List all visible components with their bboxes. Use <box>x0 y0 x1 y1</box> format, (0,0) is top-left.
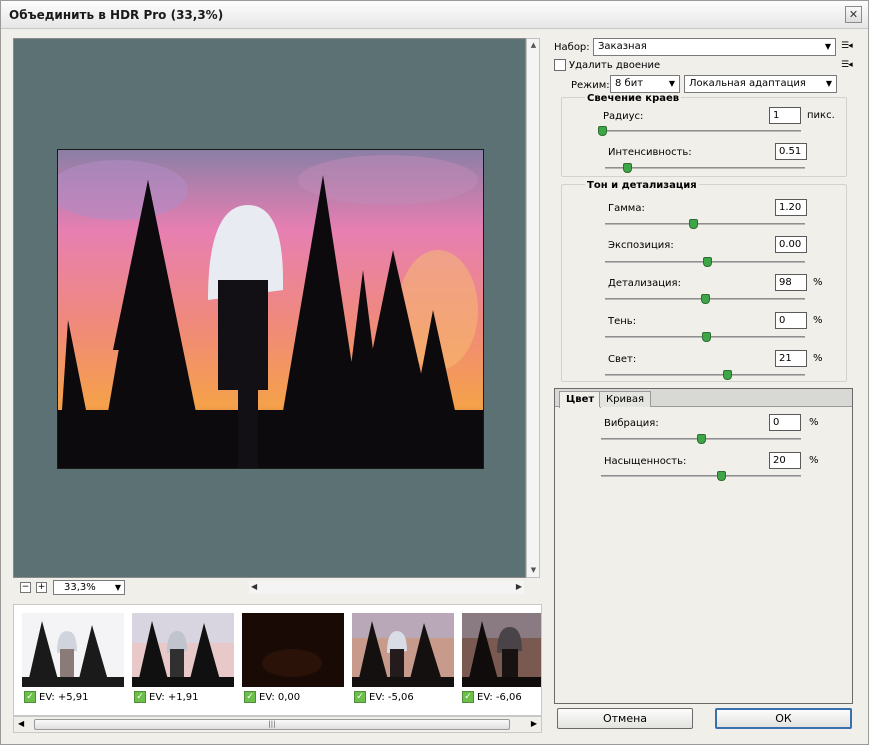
edge-glow-title: Свечение краев <box>585 93 682 104</box>
exposure-label: Экспозиция: <box>608 240 674 251</box>
saturation-label: Насыщенность: <box>604 456 687 467</box>
hdr-preview-image <box>57 149 484 469</box>
checkbox-thumbnail-1[interactable]: ✓ <box>24 691 36 703</box>
thumbnail-2[interactable] <box>132 613 234 687</box>
checkbox-thumbnail-4[interactable]: ✓ <box>354 691 366 703</box>
checkbox-thumbnail-2[interactable]: ✓ <box>134 691 146 703</box>
detail-label: Детализация: <box>608 278 681 289</box>
preview-vertical-scrollbar[interactable]: ▲ ▼ <box>526 38 540 578</box>
bit-depth-select[interactable]: 8 бит ▼ <box>610 75 680 93</box>
exposure-slider-handle[interactable] <box>703 257 712 267</box>
preset-label: Набор: <box>554 42 590 53</box>
thumbnail-4-ev: ✓ EV: -5,06 <box>354 691 414 703</box>
chevron-down-icon: ▼ <box>824 42 831 51</box>
zoom-select[interactable]: 33,3% ▼ <box>53 580 125 595</box>
gamma-slider-track[interactable] <box>605 223 805 225</box>
thumbnail-3-ev: ✓ EV: 0,00 <box>244 691 300 703</box>
hdr-pro-dialog: Объединить в HDR Pro (33,3%) ✕ ▲ ▼ − + 3… <box>0 0 869 745</box>
zoom-value: 33,3% <box>64 582 96 593</box>
filmstrip-scrollbar[interactable]: ◀ ||| ▶ <box>13 716 542 733</box>
mode-label: Режим: <box>571 80 610 91</box>
scroll-thumb[interactable]: ||| <box>34 719 510 730</box>
detail-input[interactable]: 98 <box>775 274 807 291</box>
strength-slider-handle[interactable] <box>623 163 632 173</box>
radius-unit: пикс. <box>807 110 835 121</box>
highlight-slider-track[interactable] <box>605 374 805 376</box>
scroll-left-icon[interactable]: ◀ <box>251 582 257 591</box>
thumbnail-2-ev: ✓ EV: +1,91 <box>134 691 199 703</box>
window-title: Объединить в HDR Pro (33,3%) <box>9 8 224 22</box>
chevron-down-icon: ▼ <box>114 583 121 592</box>
tab-curve[interactable]: Кривая <box>599 391 651 407</box>
vibrance-label: Вибрация: <box>604 418 659 429</box>
strength-label: Интенсивность: <box>608 147 692 158</box>
saturation-slider-handle[interactable] <box>717 471 726 481</box>
strength-slider-track[interactable] <box>605 167 805 169</box>
method-select[interactable]: Локальная адаптация ▼ <box>684 75 837 93</box>
tab-color[interactable]: Цвет <box>559 391 602 408</box>
cancel-button[interactable]: Отмена <box>557 708 693 729</box>
shadow-label: Тень: <box>608 316 637 327</box>
bit-depth-value: 8 бит <box>615 78 644 89</box>
radius-slider-handle[interactable] <box>598 126 607 136</box>
preview-horizontal-scrollbar[interactable]: ◀ ▶ <box>249 581 524 594</box>
scroll-up-icon[interactable]: ▲ <box>529 41 538 50</box>
saturation-input[interactable]: 20 <box>769 452 801 469</box>
thumbnail-5[interactable] <box>462 613 541 687</box>
highlight-label: Свет: <box>608 354 637 365</box>
ok-button[interactable]: ОК <box>715 708 852 729</box>
preview-canvas[interactable] <box>13 38 526 578</box>
title-bar: Объединить в HDR Pro (33,3%) ✕ <box>1 1 868 29</box>
scroll-right-icon[interactable]: ▶ <box>516 582 522 591</box>
vibrance-slider-handle[interactable] <box>697 434 706 444</box>
radius-slider-track[interactable] <box>601 130 801 132</box>
radius-label: Радиус: <box>603 111 644 122</box>
thumbnail-1[interactable] <box>22 613 124 687</box>
preset-value: Заказная <box>598 41 647 52</box>
strength-input[interactable]: 0.51 <box>775 143 807 160</box>
highlight-unit: % <box>813 353 823 364</box>
scroll-right-icon[interactable]: ▶ <box>531 719 537 728</box>
thumbnail-4[interactable] <box>352 613 454 687</box>
vibrance-unit: % <box>809 417 819 428</box>
edge-glow-group <box>561 97 847 177</box>
thumbnail-1-ev: ✓ EV: +5,91 <box>24 691 89 703</box>
source-filmstrip: ✓ EV: +5,91 ✓ EV: +1,91 ✓ EV: 0,00 ✓ EV: -5,… <box>13 604 542 716</box>
highlight-slider-handle[interactable] <box>723 370 732 380</box>
options-menu-icon[interactable]: ☰◂ <box>841 60 853 70</box>
zoom-in-button[interactable]: + <box>36 582 47 593</box>
preset-select[interactable]: Заказная ▼ <box>593 38 836 56</box>
saturation-unit: % <box>809 455 819 466</box>
method-value: Локальная адаптация <box>689 78 806 89</box>
thumbnail-3[interactable] <box>242 613 344 687</box>
shadow-slider-handle[interactable] <box>702 332 711 342</box>
gamma-label: Гамма: <box>608 203 645 214</box>
scroll-down-icon[interactable]: ▼ <box>529 566 538 575</box>
preset-menu-icon[interactable]: ☰◂ <box>841 41 853 51</box>
shadow-unit: % <box>813 315 823 326</box>
checkbox-thumbnail-5[interactable]: ✓ <box>462 691 474 703</box>
gamma-slider-handle[interactable] <box>689 219 698 229</box>
zoom-bar: − + 33,3% ▼ ◀ ▶ <box>13 579 526 596</box>
scroll-left-icon[interactable]: ◀ <box>18 719 24 728</box>
gamma-input[interactable]: 1.20 <box>775 199 807 216</box>
shadow-input[interactable]: 0 <box>775 312 807 329</box>
exposure-input[interactable]: 0.00 <box>775 236 807 253</box>
close-icon[interactable]: ✕ <box>845 6 862 23</box>
vibrance-input[interactable]: 0 <box>769 414 801 431</box>
remove-ghosts-label: Удалить двоение <box>569 60 661 71</box>
checkbox-thumbnail-3[interactable]: ✓ <box>244 691 256 703</box>
tone-detail-title: Тон и детализация <box>585 180 699 191</box>
detail-slider-handle[interactable] <box>701 294 710 304</box>
zoom-out-button[interactable]: − <box>20 582 31 593</box>
radius-input[interactable]: 1 <box>769 107 801 124</box>
chevron-down-icon: ▼ <box>825 79 832 88</box>
thumbnail-5-ev: ✓ EV: -6,06 <box>462 691 522 703</box>
tab-bar: Цвет Кривая <box>555 389 852 408</box>
highlight-input[interactable]: 21 <box>775 350 807 367</box>
saturation-slider-track[interactable] <box>601 475 801 477</box>
chevron-down-icon: ▼ <box>668 79 675 88</box>
detail-unit: % <box>813 277 823 288</box>
remove-ghosts-checkbox[interactable] <box>554 59 566 71</box>
